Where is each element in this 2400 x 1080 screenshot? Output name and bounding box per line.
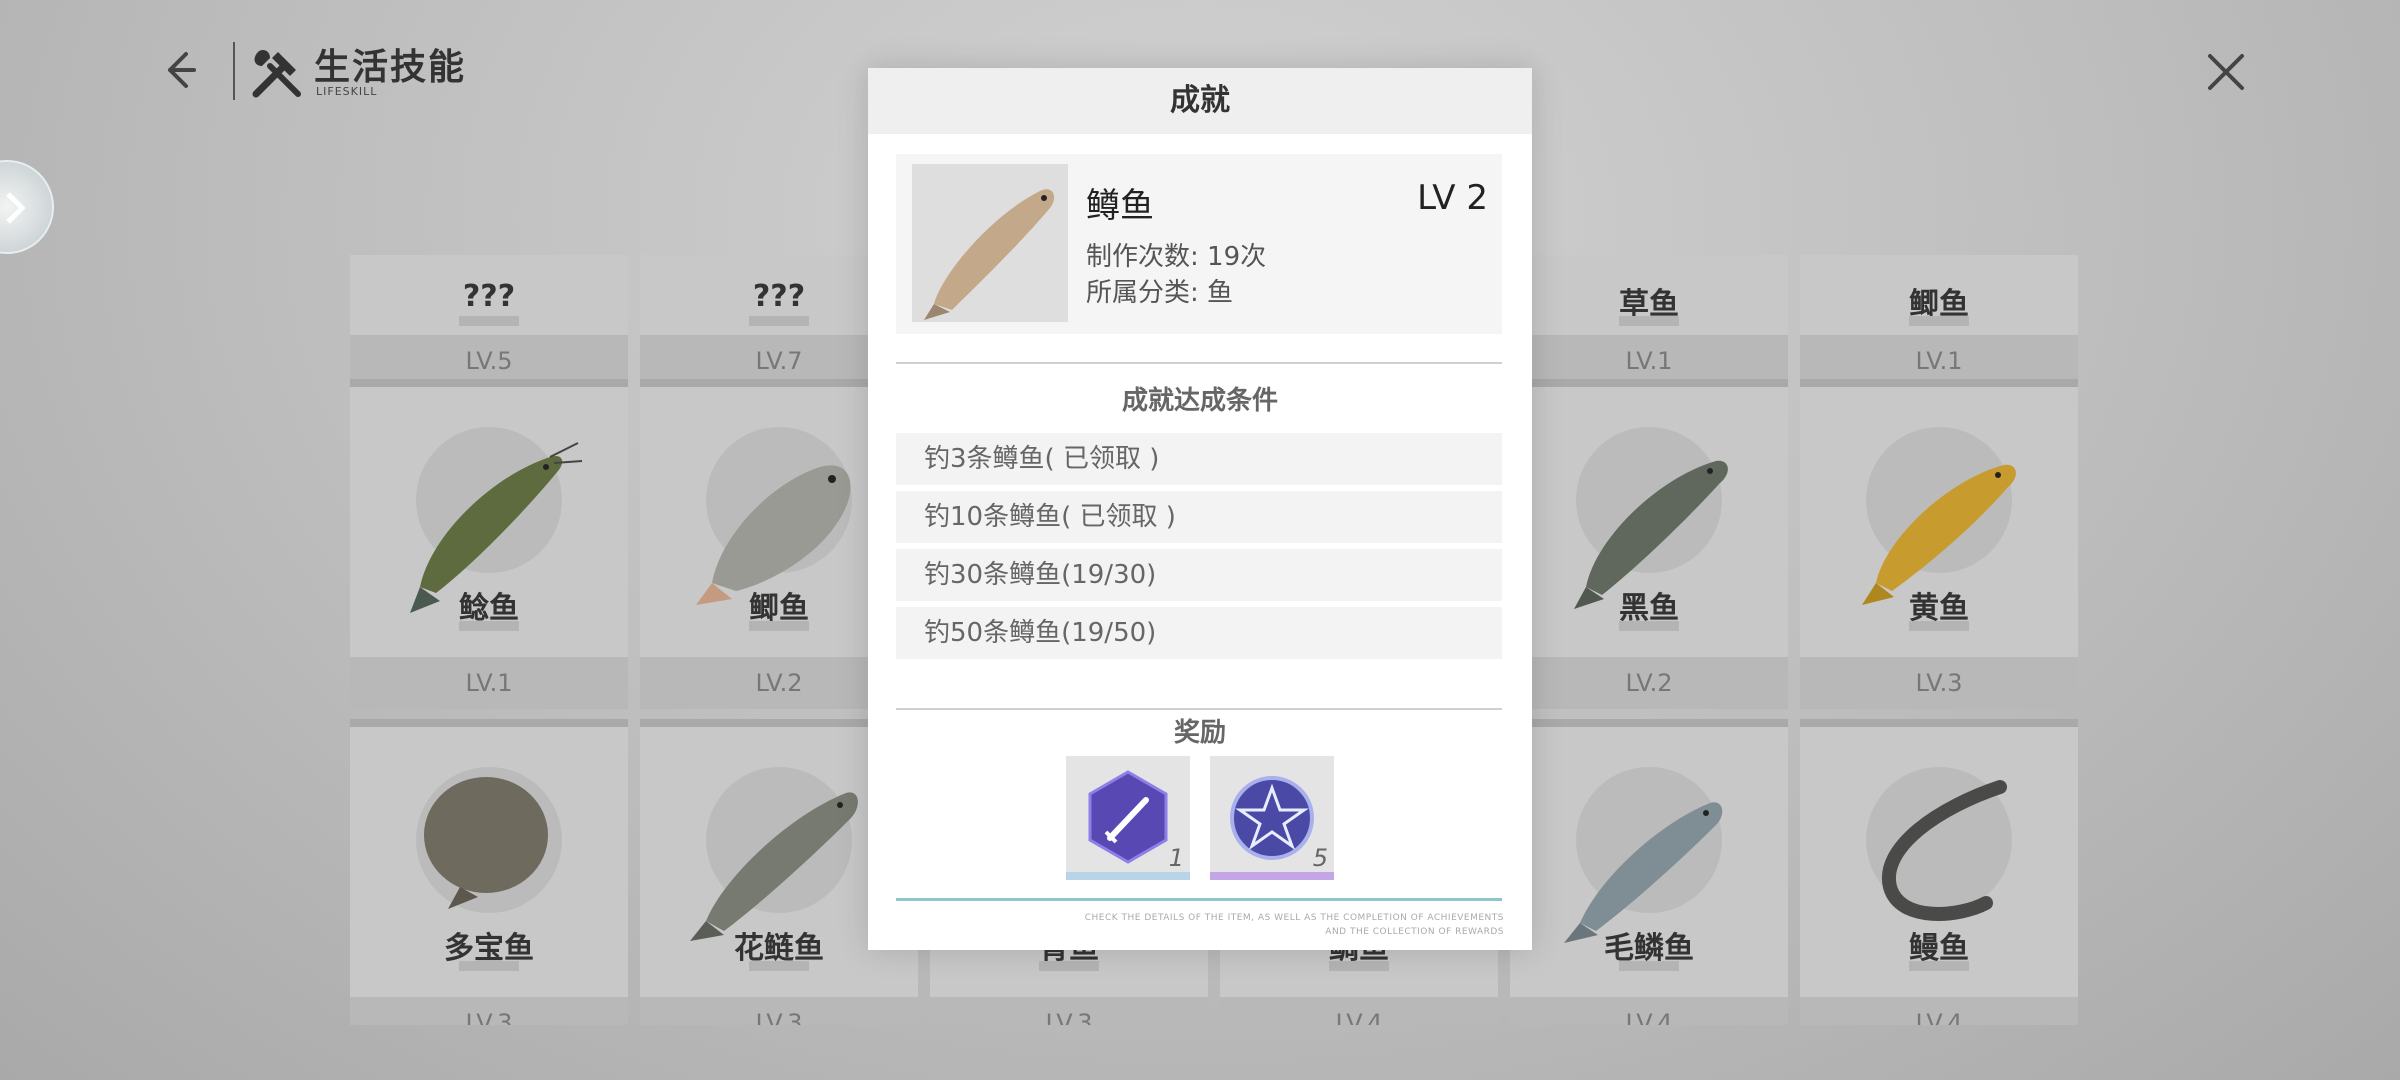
- fish-card-bar: [749, 316, 809, 326]
- progress-line: [896, 898, 1502, 901]
- fish-card[interactable]: 多宝鱼 LV.3: [350, 719, 628, 1025]
- fish-category: 所属分类: 鱼: [1086, 278, 1234, 308]
- fish-card-level: LV.3: [640, 997, 918, 1025]
- trout-icon: [924, 189, 1055, 320]
- fish-card-level: LV.4: [1800, 997, 2078, 1025]
- reward-quantity: 5: [1312, 844, 1328, 872]
- side-expand-button[interactable]: [0, 160, 54, 254]
- condition-row: 钓50条鳟鱼(19/50): [896, 607, 1502, 659]
- fish-card-level: LV.4: [1510, 997, 1788, 1025]
- condition-row: 钓10条鳟鱼( 已领取 ): [896, 491, 1502, 543]
- fish-card[interactable]: 鲫鱼 LV.1: [1800, 255, 2078, 387]
- fish-card-bar: [749, 961, 809, 971]
- fish-card-level: LV.1: [350, 657, 628, 709]
- fish-card[interactable]: 毛鳞鱼 LV.4: [1510, 719, 1788, 1025]
- fish-card-bar: [1909, 961, 1969, 971]
- crossed-tools-icon: [248, 44, 306, 102]
- fish-card-level: LV.2: [1510, 657, 1788, 709]
- rewards-title: 奖励: [1173, 718, 1226, 748]
- fish-card-bar: [459, 961, 519, 971]
- fish-card[interactable]: 黑鱼 LV.2: [1510, 379, 1788, 709]
- fish-thumbnail: [912, 164, 1068, 322]
- reward-strip: [1066, 872, 1190, 880]
- dialog-title: 成就: [868, 68, 1532, 134]
- page-subtitle: LIFESKILL: [316, 85, 378, 98]
- fish-card[interactable]: ??? LV.5: [350, 255, 628, 387]
- reward-item[interactable]: 1: [1066, 756, 1190, 880]
- fish-card-level: LV.3: [350, 997, 628, 1025]
- fish-card-bar: [459, 316, 519, 326]
- craft-count: 制作次数: 19次: [1086, 242, 1267, 272]
- fish-card-bar: [1329, 961, 1389, 971]
- fish-card-name: ???: [462, 279, 516, 314]
- fish-card-level: LV.3: [930, 997, 1208, 1025]
- fish-card[interactable]: 鳗鱼 LV.4: [1800, 719, 2078, 1025]
- section-divider: [896, 708, 1502, 710]
- fish-card[interactable]: 鲶鱼 LV.1: [350, 379, 628, 709]
- title-divider: [233, 42, 235, 100]
- conditions-title: 成就达成条件: [1121, 386, 1278, 416]
- fish-card[interactable]: 草鱼 LV.1: [1510, 255, 1788, 387]
- close-button[interactable]: [2198, 44, 2254, 100]
- fish-card-bar: [1619, 316, 1679, 326]
- fish-info-panel: 鳟鱼 LV 2 制作次数: 19次 所属分类: 鱼: [896, 154, 1502, 334]
- section-divider: [896, 362, 1502, 364]
- fish-name: 鳟鱼: [1086, 186, 1154, 226]
- condition-row: 钓3条鳟鱼( 已领取 ): [896, 433, 1502, 485]
- page-title: 生活技能: [314, 47, 467, 88]
- fish-level: LV 2: [1417, 178, 1488, 218]
- fish-card-bar: [1039, 961, 1099, 971]
- chevron-right-icon: [6, 192, 26, 224]
- close-icon: [2208, 54, 2244, 90]
- condition-row: 钓30条鳟鱼(19/30): [896, 549, 1502, 601]
- fish-card-bar: [1619, 621, 1679, 631]
- fish-card-bar: [1909, 316, 1969, 326]
- fish-card-bar: [1619, 961, 1679, 971]
- fish-card-level: LV.3: [1800, 657, 2078, 709]
- reward-quantity: 1: [1168, 844, 1184, 872]
- achievement-dialog: 成就 鳟鱼 LV 2 制作次数: 19次 所属分类: 鱼 成就达成条件 钓3条鳟…: [868, 68, 1532, 950]
- back-button[interactable]: [150, 40, 210, 100]
- fish-card-level: LV.4: [1220, 997, 1498, 1025]
- fish-card-bar: [459, 621, 519, 631]
- arrow-left-icon: [168, 52, 196, 88]
- dialog-footnote: CHECK THE DETAILS OF THE ITEM, AS WELL A…: [1084, 913, 1504, 937]
- fish-card-bar: [1909, 621, 1969, 631]
- fish-card[interactable]: 黄鱼 LV.3: [1800, 379, 2078, 709]
- reward-strip: [1210, 872, 1334, 880]
- fish-card-bar: [749, 621, 809, 631]
- reward-item[interactable]: 5: [1210, 756, 1334, 880]
